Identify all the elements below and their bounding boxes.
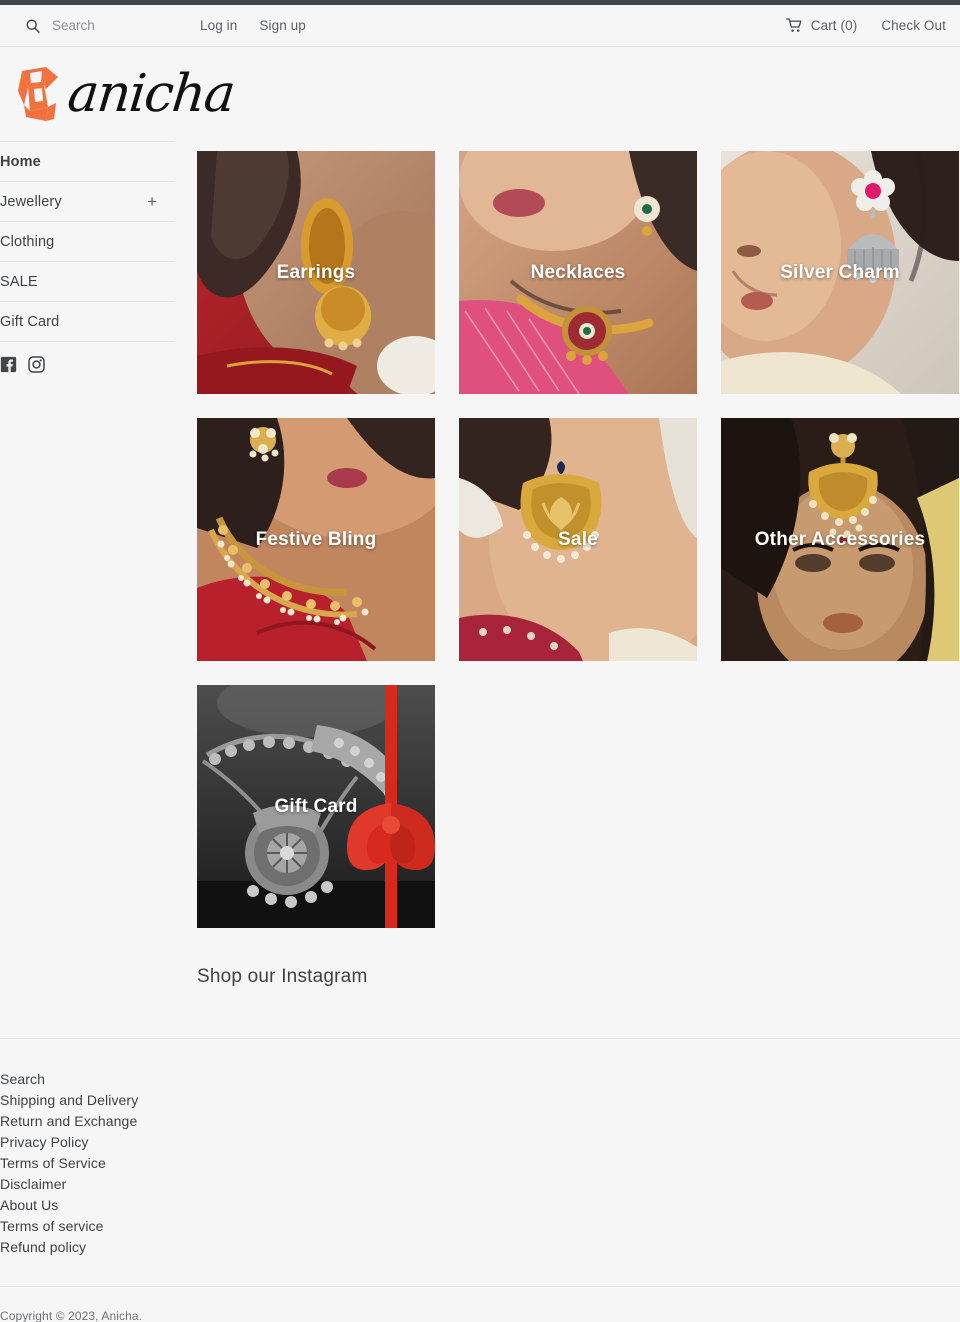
search-icon[interactable]	[25, 18, 41, 34]
footer-bottom: Copyright © 2023, Anicha.	[0, 1286, 960, 1322]
list-item: Terms of service	[0, 1216, 960, 1237]
list-item: Disclaimer	[0, 1174, 960, 1195]
collection-tile-label: Necklaces	[530, 261, 626, 283]
list-item: Refund policy	[0, 1237, 960, 1258]
collection-tile-label: Festive Bling	[255, 528, 377, 550]
sidebar: Home Jewellery + Clothing SALE Gift Card	[0, 141, 175, 373]
signup-link[interactable]: Sign up	[259, 18, 306, 33]
search-input[interactable]	[52, 18, 172, 33]
footer-link-shipping-and-delivery[interactable]: Shipping and Delivery	[0, 1092, 138, 1108]
collection-grid: Earrings Necklaces Silver Charm Festive …	[197, 141, 960, 928]
sidebar-item-label[interactable]: Jewellery	[0, 194, 139, 210]
logo-wordmark: anicha	[64, 64, 237, 124]
sidebar-item-label[interactable]: Home	[0, 154, 157, 170]
sidebar-item-label[interactable]: Clothing	[0, 234, 157, 250]
collection-tile-label: Sale	[558, 528, 598, 550]
list-item: About Us	[0, 1195, 960, 1216]
collection-tile-earrings[interactable]: Earrings	[197, 151, 435, 394]
sidebar-item-jewellery[interactable]: Jewellery +	[0, 182, 175, 222]
sidebar-nav: Home Jewellery + Clothing SALE Gift Card	[0, 141, 175, 342]
collection-tile-label: Other Accessories	[754, 528, 926, 550]
main-content: Earrings Necklaces Silver Charm Festive …	[175, 141, 960, 988]
collection-tile-necklaces[interactable]: Necklaces	[459, 151, 697, 394]
instagram-link[interactable]	[28, 356, 45, 373]
list-item: Privacy Policy	[0, 1132, 960, 1153]
footer-link-refund-policy[interactable]: Refund policy	[0, 1239, 86, 1255]
cart-label: Cart (0)	[810, 18, 858, 33]
facebook-icon	[0, 356, 17, 373]
footer-link-disclaimer[interactable]: Disclaimer	[0, 1176, 66, 1192]
footer-link-privacy-policy[interactable]: Privacy Policy	[0, 1134, 89, 1150]
checkout-link[interactable]: Check Out	[881, 18, 946, 33]
collection-tile-other-accessories[interactable]: Other Accessories	[721, 418, 959, 661]
list-item: Return and Exchange	[0, 1111, 960, 1132]
collection-tile-sale[interactable]: Sale	[459, 418, 697, 661]
social-links	[0, 342, 175, 373]
shopping-cart-icon	[785, 18, 802, 32]
footer-link-search[interactable]: Search	[0, 1071, 45, 1087]
sidebar-item-home[interactable]: Home	[0, 142, 175, 182]
sidebar-item-label[interactable]: SALE	[0, 274, 157, 290]
utility-bar: Log in Sign up Cart (0) Check Out	[0, 5, 960, 47]
site-logo[interactable]: anicha	[16, 63, 237, 125]
footer-link-terms-of-service-policy[interactable]: Terms of service	[0, 1218, 104, 1234]
collection-tile-festive-bling[interactable]: Festive Bling	[197, 418, 435, 661]
collection-tile-label: Gift Card	[274, 795, 358, 817]
list-item: Search	[0, 1069, 960, 1090]
plus-icon[interactable]: +	[139, 193, 157, 210]
utility-bar-right: Cart (0) Check Out	[785, 18, 946, 33]
sidebar-item-gift-card[interactable]: Gift Card	[0, 302, 175, 342]
facebook-link[interactable]	[0, 356, 17, 373]
list-item: Shipping and Delivery	[0, 1090, 960, 1111]
list-item: Terms of Service	[0, 1153, 960, 1174]
cart-link[interactable]: Cart (0)	[785, 18, 858, 33]
footer-link-return-and-exchange[interactable]: Return and Exchange	[0, 1113, 137, 1129]
page-root: Log in Sign up Cart (0) Check Out	[0, 0, 960, 1322]
copyright-text: Copyright © 2023, Anicha.	[0, 1309, 143, 1322]
instagram-icon	[28, 356, 45, 373]
sidebar-item-label[interactable]: Gift Card	[0, 314, 157, 330]
instagram-section-heading: Shop our Instagram	[197, 966, 368, 987]
sidebar-item-sale[interactable]: SALE	[0, 262, 175, 302]
account-links: Log in Sign up	[200, 18, 306, 33]
site-footer: Search Shipping and Delivery Return and …	[0, 1038, 960, 1322]
collection-tile-silver-charm[interactable]: Silver Charm	[721, 151, 959, 394]
footer-link-about-us[interactable]: About Us	[0, 1197, 58, 1213]
collection-tile-gift-card[interactable]: Gift Card	[197, 685, 435, 928]
login-link[interactable]: Log in	[200, 18, 237, 33]
footer-link-terms-of-service[interactable]: Terms of Service	[0, 1155, 106, 1171]
collection-tile-label: Earrings	[276, 261, 356, 283]
logo-area: anicha	[0, 47, 960, 141]
body-split: Home Jewellery + Clothing SALE Gift Card	[0, 141, 960, 988]
footer-link-list: Search Shipping and Delivery Return and …	[0, 1069, 960, 1258]
search-form[interactable]	[0, 18, 200, 34]
sidebar-item-clothing[interactable]: Clothing	[0, 222, 175, 262]
collection-tile-label: Silver Charm	[780, 261, 900, 283]
